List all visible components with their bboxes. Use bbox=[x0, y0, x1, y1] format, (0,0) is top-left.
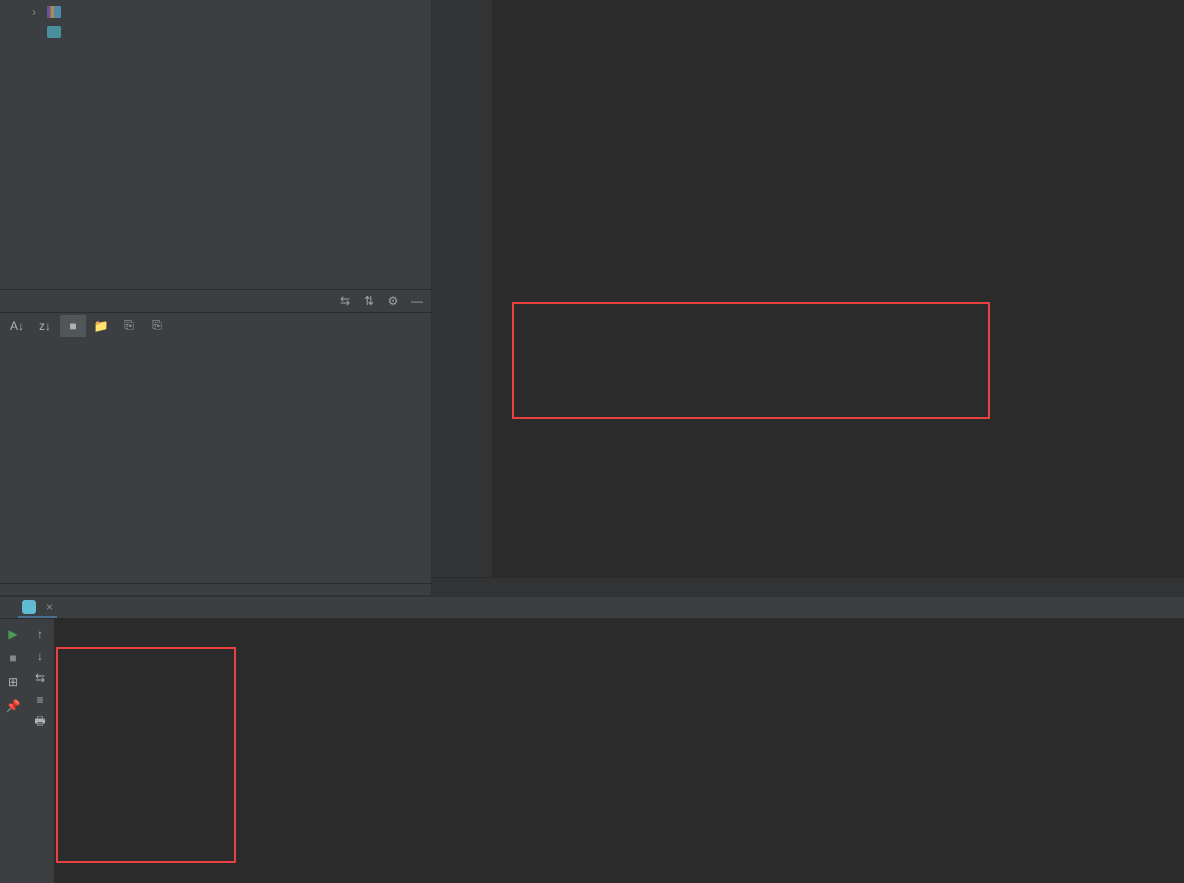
autoscroll2-icon[interactable]: ⎘ bbox=[144, 315, 170, 337]
collapse-icon[interactable]: ⇅ bbox=[361, 293, 377, 309]
up-icon[interactable]: ↑ bbox=[31, 625, 49, 643]
sort-visibility-icon[interactable]: z↓ bbox=[32, 315, 58, 337]
close-icon[interactable]: × bbox=[46, 600, 53, 614]
editor-code[interactable] bbox=[492, 0, 1184, 577]
run-tab[interactable]: × bbox=[18, 598, 57, 618]
sort-alpha-icon[interactable]: A↓ bbox=[4, 315, 30, 337]
show-fields-icon[interactable]: ■ bbox=[60, 315, 86, 337]
autoscroll-icon[interactable]: ⎘ bbox=[116, 315, 142, 337]
stop-icon[interactable]: ■ bbox=[4, 649, 22, 667]
editor-gutter[interactable] bbox=[432, 0, 492, 577]
layout-icon[interactable]: ⊞ bbox=[4, 673, 22, 691]
breadcrumb[interactable] bbox=[432, 577, 1184, 595]
print-icon[interactable]: 🖶 bbox=[31, 713, 49, 731]
external-libraries-icon bbox=[47, 6, 61, 18]
down-icon[interactable]: ↓ bbox=[31, 647, 49, 665]
structure-header: ⇆ ⇅ ⚙ — bbox=[0, 289, 431, 313]
highlight-box bbox=[512, 302, 990, 419]
run-toolbar-left: ▶ ■ ⊞ 📌 bbox=[0, 619, 26, 883]
gear-icon[interactable]: ⚙ bbox=[385, 293, 401, 309]
scratches-icon bbox=[47, 26, 61, 38]
run-header: × bbox=[0, 597, 1184, 619]
expand-icon[interactable]: ⇆ bbox=[337, 293, 353, 309]
project-tree: › bbox=[0, 0, 431, 52]
scratches-item[interactable] bbox=[0, 22, 431, 42]
console-highlight-box bbox=[56, 647, 236, 863]
minimize-icon[interactable]: — bbox=[409, 293, 425, 309]
run-console[interactable] bbox=[54, 619, 1184, 883]
structure-toolbar: A↓ z↓ ■ 📁 ⎘ ⎘ bbox=[0, 313, 431, 339]
softwrap-icon[interactable]: ⇆ bbox=[31, 669, 49, 687]
folder-icon[interactable]: 📁 bbox=[88, 315, 114, 337]
rerun-icon[interactable]: ▶ bbox=[4, 625, 22, 643]
scroll-icon[interactable]: ≡ bbox=[31, 691, 49, 709]
external-libraries-item[interactable]: › bbox=[0, 2, 431, 22]
structure-list bbox=[0, 339, 431, 584]
structure-scrollbar[interactable] bbox=[0, 583, 431, 595]
run-toolbar-right: ↑ ↓ ⇆ ≡ 🖶 bbox=[26, 619, 54, 883]
gopher-icon bbox=[22, 600, 36, 614]
pin-icon[interactable]: 📌 bbox=[4, 697, 22, 715]
